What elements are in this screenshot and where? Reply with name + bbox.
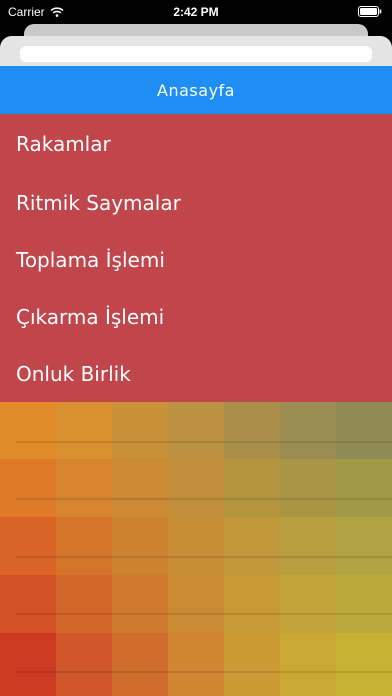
menu-item-label: Çıkarma İşlemi — [16, 304, 165, 329]
menu-list: Rakamlar Ritmik Saymalar Toplama İşlemi … — [0, 114, 392, 402]
menu-item-label: Rakamlar — [16, 132, 111, 156]
decorative-mosaic-background — [0, 402, 392, 696]
menu-item-label: Toplama İşlemi — [16, 247, 165, 272]
modal-sheet: Anasayfa Rakamlar Ritmik Saymalar Toplam… — [0, 36, 392, 696]
clock: 2:42 PM — [173, 5, 219, 19]
navigation-bar: Anasayfa — [0, 66, 392, 114]
menu-item-ritmik-saymalar[interactable]: Ritmik Saymalar — [0, 174, 392, 231]
menu-item-onluk-birlik[interactable]: Onluk Birlik — [0, 345, 392, 402]
menu-item-label: Ritmik Saymalar — [16, 190, 181, 215]
menu-item-toplama-islemi[interactable]: Toplama İşlemi — [0, 231, 392, 288]
battery-icon — [358, 6, 382, 20]
menu-item-cikarma-islemi[interactable]: Çıkarma İşlemi — [0, 288, 392, 345]
status-bar: Carrier 2:42 PM — [0, 0, 392, 24]
menu-item-rakamlar[interactable]: Rakamlar — [0, 114, 392, 174]
sheet-grabber[interactable] — [20, 46, 372, 62]
page-title: Anasayfa — [157, 80, 235, 100]
sheet-header — [0, 36, 392, 66]
menu-item-label: Onluk Birlik — [16, 361, 131, 386]
